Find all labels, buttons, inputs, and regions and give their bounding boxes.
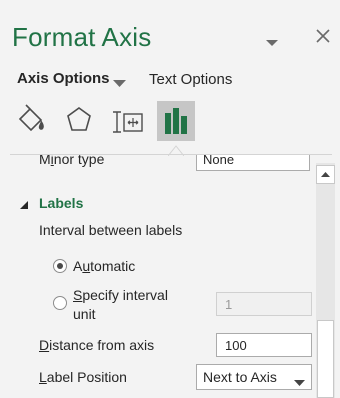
- close-icon[interactable]: [314, 27, 332, 45]
- collapse-triangle-icon[interactable]: [19, 197, 29, 209]
- options-scroll-region: Minor type None: [0, 155, 340, 398]
- minor-type-label: Minor type: [39, 155, 105, 167]
- pane-options-dropdown-icon[interactable]: [265, 34, 279, 46]
- label-position-value: Next to Axis: [203, 369, 277, 385]
- pane-title: Format Axis: [12, 22, 152, 52]
- minor-type-select[interactable]: None: [196, 155, 310, 171]
- specify-interval-radio-label-line2[interactable]: unit: [73, 306, 96, 322]
- label-position-select[interactable]: Next to Axis: [196, 364, 312, 390]
- distance-from-axis-input[interactable]: 100: [216, 333, 312, 357]
- tab-text-options[interactable]: Text Options: [149, 71, 232, 88]
- fill-line-icon[interactable]: [12, 101, 50, 141]
- size-properties-icon[interactable]: [110, 101, 148, 141]
- scroll-up-icon[interactable]: [316, 165, 335, 184]
- automatic-radio-label[interactable]: Automatic: [73, 258, 135, 274]
- axis-options-icon[interactable]: [157, 101, 195, 141]
- format-axis-pane: Format Axis Axis Options Text Options Mi…: [0, 0, 340, 398]
- chevron-down-icon[interactable]: [113, 75, 126, 87]
- chevron-down-icon: [294, 374, 305, 386]
- scrollbar-thumb[interactable]: [317, 320, 334, 398]
- label-position-label: Label Position: [39, 369, 127, 385]
- specify-interval-input: 1: [216, 292, 312, 316]
- specify-interval-radio[interactable]: [53, 296, 67, 310]
- automatic-radio[interactable]: [53, 259, 67, 273]
- tab-axis-options[interactable]: Axis Options: [17, 70, 110, 87]
- specify-interval-radio-label[interactable]: Specify interval: [73, 287, 168, 303]
- interval-between-labels-label: Interval between labels: [39, 222, 183, 238]
- labels-section-title[interactable]: Labels: [39, 195, 83, 211]
- effects-icon[interactable]: [60, 101, 98, 141]
- distance-from-axis-label: Distance from axis: [39, 337, 155, 353]
